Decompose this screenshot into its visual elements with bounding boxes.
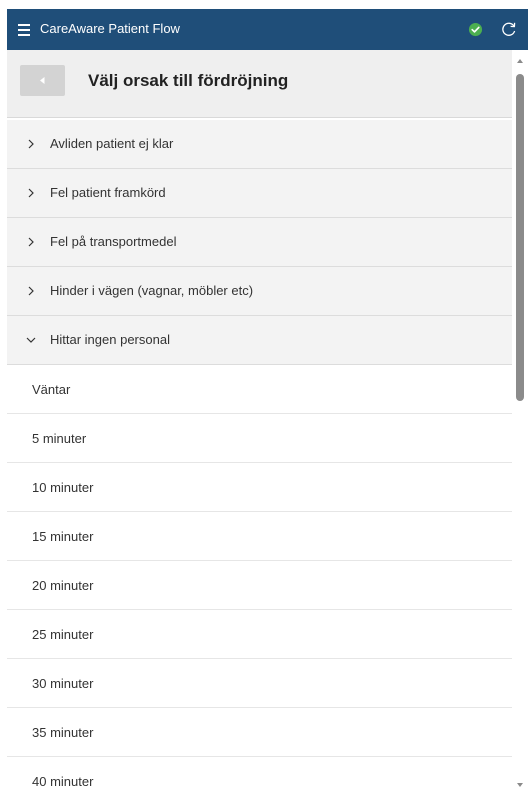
option-row[interactable]: 35 minuter [7,708,512,757]
check-circle-icon [468,22,483,37]
category-label: Hittar ingen personal [50,332,170,347]
scroll-thumb[interactable] [516,74,524,401]
category-label: Avliden patient ej klar [50,136,174,151]
scroll-down-icon[interactable] [517,783,523,787]
option-label: 20 minuter [32,578,94,593]
option-row[interactable]: 20 minuter [7,561,512,610]
option-row[interactable]: 40 minuter [7,757,512,794]
option-label: 5 minuter [32,431,87,446]
chevron-down-icon [26,337,36,343]
page-header: Välj orsak till fördröjning [7,50,512,118]
option-label: 30 minuter [32,676,94,691]
option-row[interactable]: Väntar [7,365,512,414]
option-label: 10 minuter [32,480,94,495]
title-bar: CareAware Patient Flow [7,9,528,50]
category-label: Fel patient framkörd [50,185,166,200]
back-arrow-icon [40,77,45,84]
category-row[interactable]: Avliden patient ej klar [7,120,512,169]
category-row[interactable]: Fel patient framkörd [7,169,512,218]
category-row[interactable]: Hinder i vägen (vagnar, möbler etc) [7,267,512,316]
scroll-up-icon[interactable] [517,59,523,63]
app-window: CareAware Patient Flow Välj orsak till f… [0,0,528,794]
category-label: Fel på transportmedel [50,234,177,249]
category-row-expanded[interactable]: Hittar ingen personal [7,316,512,365]
menu-icon[interactable] [18,24,30,36]
option-row[interactable]: 15 minuter [7,512,512,561]
option-label: 40 minuter [32,774,94,789]
option-label: 15 minuter [32,529,94,544]
option-row[interactable]: 5 minuter [7,414,512,463]
option-label: Väntar [32,382,71,397]
option-row[interactable]: 10 minuter [7,463,512,512]
category-row[interactable]: Fel på transportmedel [7,218,512,267]
page-title: Välj orsak till fördröjning [88,71,289,90]
chevron-right-icon [28,237,34,247]
chevron-right-icon [28,188,34,198]
refresh-icon[interactable] [501,21,517,37]
chevron-right-icon [28,286,34,296]
back-button[interactable] [20,65,65,96]
option-row[interactable]: 25 minuter [7,610,512,659]
option-label: 35 minuter [32,725,94,740]
option-label: 25 minuter [32,627,94,642]
vertical-scrollbar[interactable] [512,50,528,794]
app-title: CareAware Patient Flow [40,21,180,36]
category-label: Hinder i vägen (vagnar, möbler etc) [50,283,254,298]
chevron-right-icon [28,139,34,149]
option-row[interactable]: 30 minuter [7,659,512,708]
delay-reason-list: Avliden patient ej klar Fel patient fram… [7,120,512,794]
